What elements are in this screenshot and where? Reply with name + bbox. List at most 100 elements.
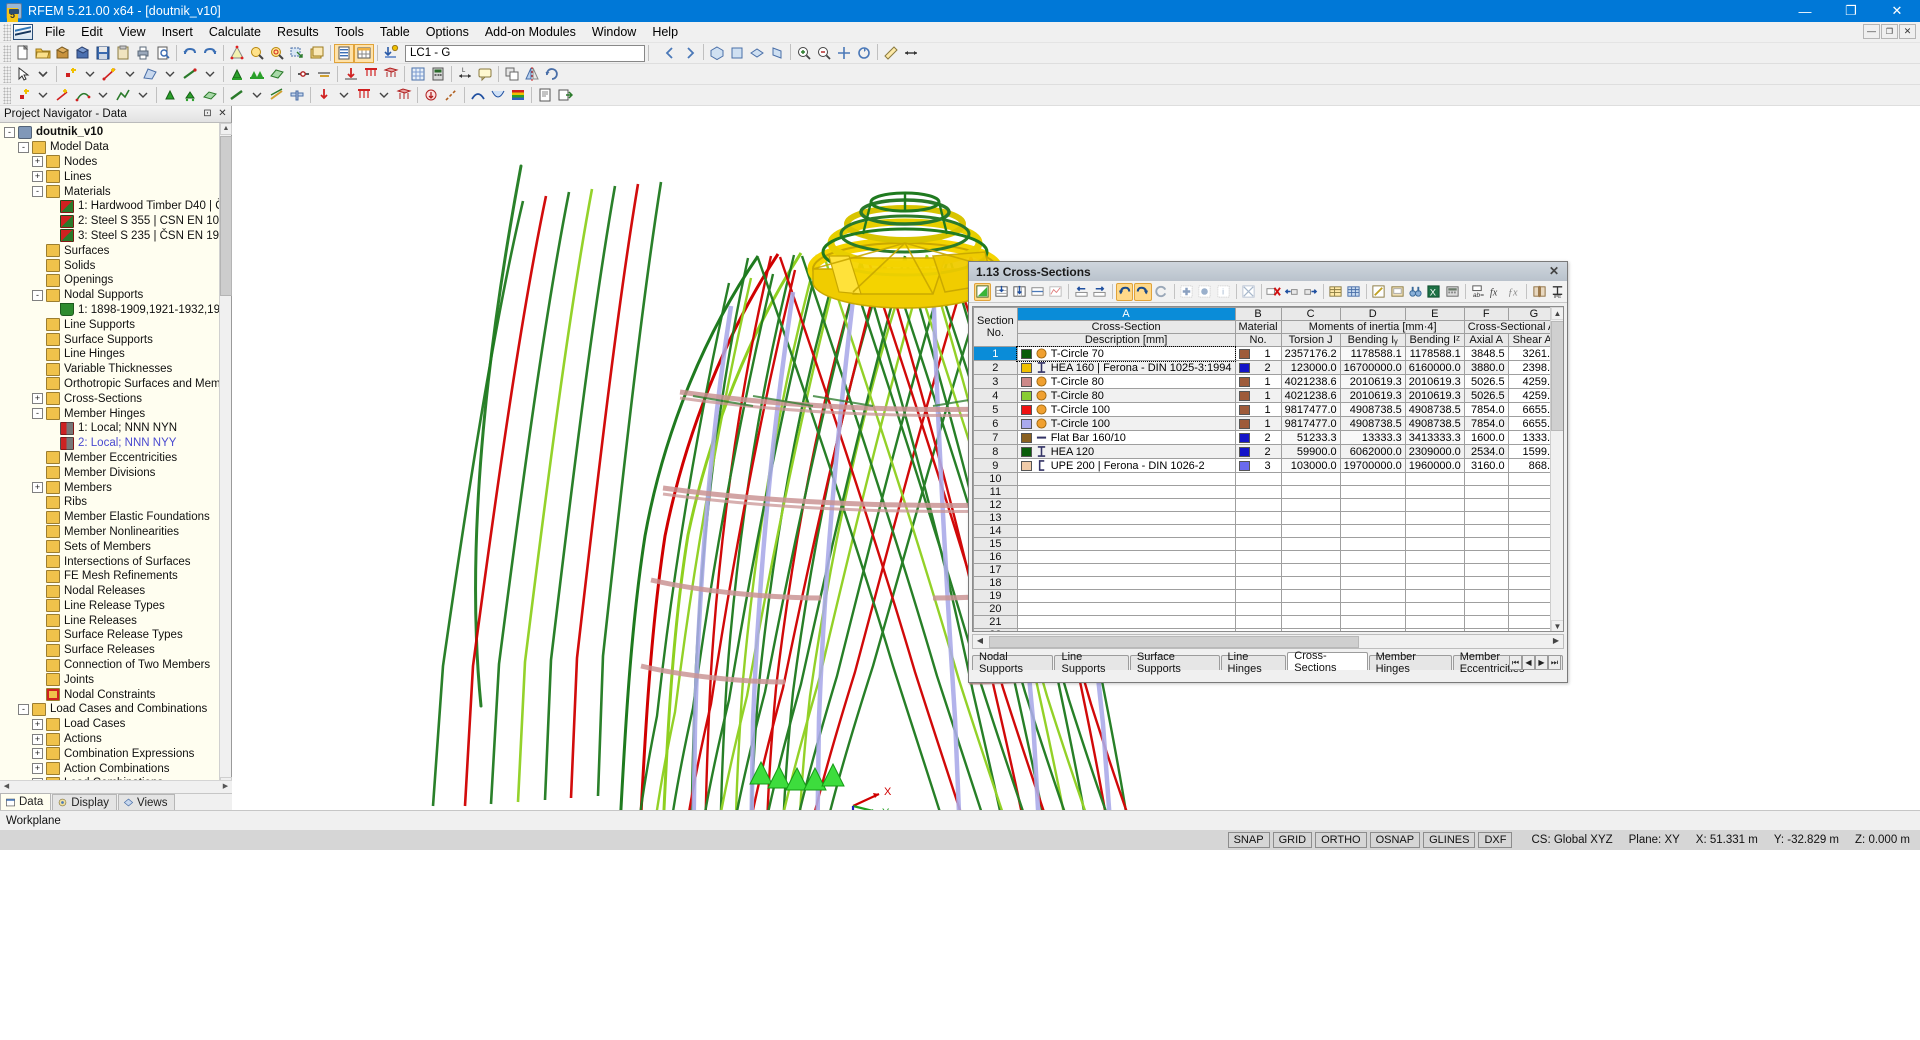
menu-grip[interactable] [3,24,11,41]
status-toggle-ortho[interactable]: ORTHO [1315,832,1367,848]
expand-icon[interactable]: + [32,748,43,759]
cell-empty[interactable] [1017,512,1235,525]
view-top-icon[interactable] [747,44,767,63]
surface-support-icon[interactable] [267,65,287,84]
edit-section-icon[interactable] [974,283,991,301]
tree-item-load-cases[interactable]: +Load Cases [0,717,220,732]
table-row-empty[interactable]: 14 [974,525,1565,538]
cell-torsion-j[interactable]: 4021238.6 [1281,375,1340,389]
cell-empty[interactable] [1464,538,1508,551]
cell-empty[interactable] [1281,629,1340,633]
cell-torsion-j[interactable]: 9817477.0 [1281,403,1340,417]
new-icon[interactable] [13,44,33,63]
view-front-icon[interactable] [727,44,747,63]
cell-empty[interactable] [1281,525,1340,538]
expand-icon[interactable]: + [32,156,43,167]
mesh-generate-icon[interactable] [408,65,428,84]
cell-empty[interactable] [1017,590,1235,603]
cell-material-no[interactable]: 3 [1235,459,1281,473]
print-preview-icon[interactable] [153,44,173,63]
open-icon[interactable] [33,44,53,63]
row-header-section-no[interactable]: 20 [974,603,1018,616]
member-green-icon[interactable] [227,86,247,105]
cell-empty[interactable] [1235,603,1281,616]
rib-icon[interactable] [287,86,307,105]
cell-empty[interactable] [1235,577,1281,590]
next-block-icon[interactable] [1091,283,1108,301]
render-icon[interactable] [227,44,247,63]
scroll-thumb[interactable] [989,636,1359,648]
status-toggle-grid[interactable]: GRID [1273,832,1313,848]
arrow-left-icon[interactable] [660,44,680,63]
table-row[interactable]: 4T-Circle 8014021238.62010619.32010619.3… [974,389,1565,403]
cell-bending-iz[interactable]: 6160000.0 [1405,361,1464,375]
fx-icon[interactable]: fx [1487,283,1504,301]
tree-item-member-hinges[interactable]: -Member Hinges [0,406,220,421]
cell-bending-iy[interactable]: 4908738.5 [1340,417,1405,431]
cell-axial-a[interactable]: 3848.5 [1464,347,1508,361]
arrow-right-icon[interactable] [680,44,700,63]
tree-item-nodal-constraints[interactable]: Nodal Constraints [0,687,220,702]
tree-item-combination-expressions[interactable]: +Combination Expressions [0,746,220,761]
grid-vscrollbar[interactable]: ▲ ▼ [1550,307,1563,632]
scroll-thumb[interactable] [220,136,232,296]
cell-torsion-j[interactable]: 51233.3 [1281,431,1340,445]
cell-empty[interactable] [1281,512,1340,525]
new-node-dropdown-icon[interactable] [80,65,100,84]
dimension-icon[interactable] [901,44,921,63]
cell-empty[interactable] [1340,629,1405,633]
tree-item-1-hardwood-timber-d40-sn[interactable]: 1: Hardwood Timber D40 | ČSN [0,199,220,214]
menu-options[interactable]: Options [418,22,477,42]
cell-cross-section-description[interactable]: T-Circle 100 [1017,417,1235,431]
load-case-select[interactable] [405,45,645,62]
load-case-new-icon[interactable] [381,44,401,63]
cell-cross-section-description[interactable]: T-Circle 70 [1017,347,1235,361]
row-header-section-no[interactable]: 13 [974,512,1018,525]
comment-icon[interactable] [475,65,495,84]
navigator-hscrollbar[interactable]: ◀ ▶ [0,780,232,793]
table-row-empty[interactable]: 10 [974,473,1565,486]
tree-item-actions[interactable]: +Actions [0,732,220,747]
cell-empty[interactable] [1405,577,1464,590]
surface-load-icon[interactable] [394,86,414,105]
copy-move-icon[interactable] [502,65,522,84]
load-line-icon[interactable] [361,65,381,84]
tree-item-connection-of-two-members[interactable]: Connection of Two Members [0,658,220,673]
view-grid-icon[interactable] [1345,283,1362,301]
cell-empty[interactable] [1017,577,1235,590]
cell-material-no[interactable]: 2 [1235,431,1281,445]
cell-torsion-j[interactable]: 4021238.6 [1281,389,1340,403]
cell-bending-iz[interactable]: 3413333.3 [1405,431,1464,445]
info-icon[interactable]: i [1214,283,1231,301]
cell-empty[interactable] [1464,603,1508,616]
status-toggle-osnap[interactable]: OSNAP [1370,832,1421,848]
expand-icon[interactable]: + [32,719,43,730]
scroll-right-icon[interactable]: ▶ [219,781,232,793]
grid-column-header-B[interactable]: B [1235,308,1281,321]
cell-empty[interactable] [1340,590,1405,603]
tree-item-action-combinations[interactable]: +Action Combinations [0,761,220,776]
tree-item-intersections-of-surfaces[interactable]: Intersections of Surfaces [0,554,220,569]
zoom-out-icon[interactable] [814,44,834,63]
view-table-icon[interactable] [1327,283,1344,301]
tree-item-sets-of-members[interactable]: Sets of Members [0,539,220,554]
expand-icon[interactable]: + [32,171,43,182]
row-header-section-no[interactable]: 19 [974,590,1018,603]
scroll-up-icon[interactable]: ▲ [1551,307,1564,320]
tree-item-surface-supports[interactable]: Surface Supports [0,332,220,347]
cell-torsion-j[interactable]: 103000.0 [1281,459,1340,473]
select-window-icon[interactable] [287,44,307,63]
table-row-empty[interactable]: 13 [974,512,1565,525]
pan-icon[interactable] [834,44,854,63]
table-row-empty[interactable]: 22 [974,629,1565,633]
tree-item-variable-thicknesses[interactable]: Variable Thicknesses [0,362,220,377]
cell-material-no[interactable]: 1 [1235,347,1281,361]
cell-empty[interactable] [1464,551,1508,564]
cell-empty[interactable] [1017,564,1235,577]
cell-empty[interactable] [1017,486,1235,499]
cell-bending-iz[interactable]: 2010619.3 [1405,375,1464,389]
cross-sections-table-window[interactable]: 1.13 Cross-Sections ✕ [968,261,1568,683]
cell-material-no[interactable]: 1 [1235,375,1281,389]
cell-empty[interactable] [1235,629,1281,633]
rotate-view-icon[interactable] [854,44,874,63]
